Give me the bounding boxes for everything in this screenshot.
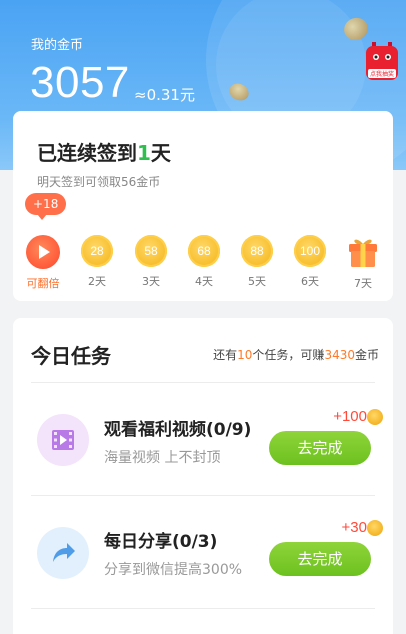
coin-icon: 100: [294, 235, 326, 267]
complete-task-button[interactable]: 去完成: [269, 431, 371, 465]
signin-day-4[interactable]: 68 4天: [184, 235, 224, 289]
task-desc: 分享到微信提高300%: [104, 562, 243, 578]
signin-day-label: 3天: [142, 275, 160, 288]
signin-day-3[interactable]: 58 3天: [131, 235, 171, 289]
coin-icon: 58: [135, 235, 167, 267]
task-row-daily-share: 每日分享(0/3) 分享到微信提高300% +30 去完成: [13, 497, 393, 597]
bonus-badge: +18: [25, 193, 67, 220]
coin-yuan-value: ≈0.31元: [134, 86, 195, 104]
video-icon: [37, 414, 89, 466]
coin-icon: [367, 409, 383, 425]
play-icon[interactable]: [26, 235, 60, 269]
lucky-draw-mascot-icon[interactable]: 点我抽奖: [364, 40, 400, 84]
signin-day-label: 2天: [88, 275, 106, 288]
task-row-watch-video: 观看福利视频(0/9) 海量视频 上不封顶 +100 去完成: [13, 384, 393, 484]
signin-day-2[interactable]: 28 2天: [77, 235, 117, 289]
signin-streak-days: 1: [137, 141, 151, 165]
tasks-summary: 还有10个任务，可赚3430金币: [213, 348, 379, 362]
signin-day-label: 7天: [354, 277, 372, 290]
coin-icon: 28: [81, 235, 113, 267]
coin-icon: [367, 520, 383, 536]
coin-balance: 3057: [30, 58, 130, 107]
task-reward: +30: [341, 519, 367, 536]
signin-day-label: 5天: [248, 275, 266, 288]
signin-card: 已连续签到1天 明天签到可领取56金币 +18 可翻倍 28 2天 58 3天 …: [13, 111, 393, 301]
mascot-label: 点我抽奖: [370, 70, 394, 78]
signin-day-label: 6天: [301, 275, 319, 288]
gift-icon: [346, 235, 380, 269]
coin-icon: 88: [241, 235, 273, 267]
my-coins-label: 我的金币: [31, 38, 84, 53]
signin-day-1[interactable]: 可翻倍: [23, 235, 63, 291]
task-desc: 海量视频 上不封顶: [104, 450, 221, 466]
task-reward: +100: [333, 408, 367, 425]
divider: [31, 495, 375, 496]
signin-title: 已连续签到1天: [37, 141, 171, 165]
divider: [31, 382, 375, 383]
task-name: 观看福利视频(0/9): [104, 420, 252, 440]
signin-subtitle: 明天签到可领取56金币: [37, 175, 161, 189]
signin-day-7[interactable]: 7天: [343, 235, 383, 291]
signin-day-5[interactable]: 88 5天: [237, 235, 277, 289]
signin-day-label: 4天: [195, 275, 213, 288]
signin-day-label: 可翻倍: [26, 277, 60, 290]
signin-day-6[interactable]: 100 6天: [290, 235, 330, 289]
coin-icon: 68: [188, 235, 220, 267]
tasks-title: 今日任务: [31, 344, 111, 368]
divider: [31, 608, 375, 609]
daily-tasks-card: 今日任务 还有10个任务，可赚3430金币 观看福利视频(0/9) 海量视频 上…: [13, 318, 393, 634]
complete-task-button[interactable]: 去完成: [269, 542, 371, 576]
share-icon: [37, 527, 89, 579]
task-name: 每日分享(0/3): [104, 532, 218, 552]
